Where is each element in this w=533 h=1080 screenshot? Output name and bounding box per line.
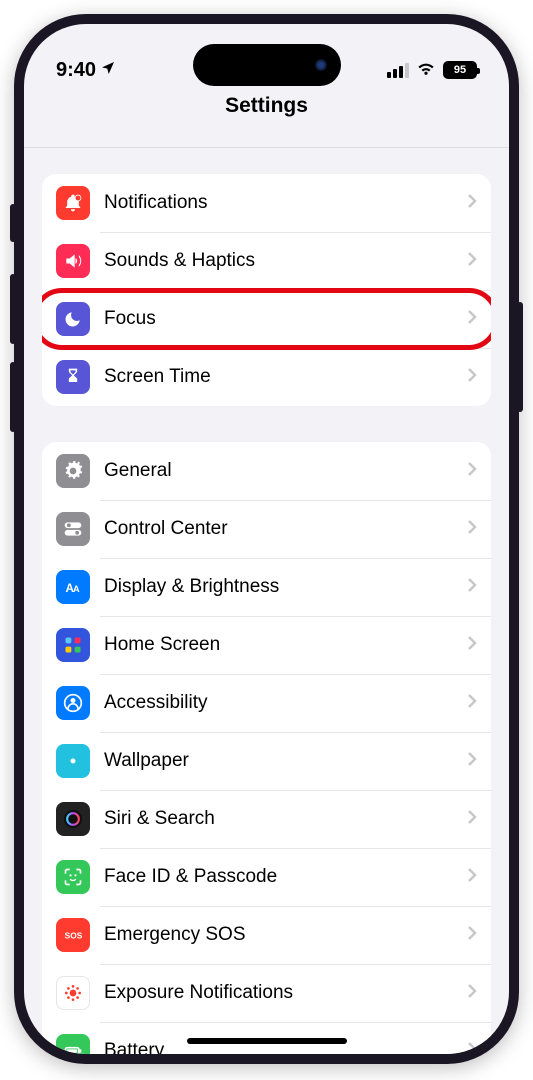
chevron-right-icon [467,635,477,656]
chevron-right-icon [467,983,477,1004]
volume-up-button [10,274,16,344]
svg-text:A: A [73,584,80,594]
svg-text:SOS: SOS [65,930,83,940]
row-label: Emergency SOS [104,924,467,946]
settings-row-faceid[interactable]: Face ID & Passcode [42,848,491,906]
wifi-icon [416,60,436,81]
chevron-right-icon [467,367,477,388]
row-label: Exposure Notifications [104,982,467,1004]
settings-group: General Control Center AA Display & Brightn… [42,442,491,1054]
row-label: Face ID & Passcode [104,866,467,888]
settings-row-accessibility[interactable]: Accessibility [42,674,491,732]
location-icon [100,59,116,82]
battery-icon [56,1034,90,1054]
row-label: General [104,460,467,482]
row-label: Notifications [104,192,467,214]
row-label: Home Screen [104,634,467,656]
settings-row-sounds[interactable]: Sounds & Haptics [42,232,491,290]
volume-down-button [10,362,16,432]
toggles-icon [56,512,90,546]
settings-row-wallpaper[interactable]: Wallpaper [42,732,491,790]
row-label: Display & Brightness [104,576,467,598]
settings-row-general[interactable]: General [42,442,491,500]
sos-icon: SOS [56,918,90,952]
dynamic-island [193,44,341,86]
power-button [517,302,523,412]
battery-icon: 95 [443,61,477,79]
hourglass-icon [56,360,90,394]
phone-frame: 9:40 95 Settings Notifications Sounds & H… [14,14,519,1064]
chevron-right-icon [467,577,477,598]
settings-row-siri[interactable]: Siri & Search [42,790,491,848]
settings-list[interactable]: Notifications Sounds & Haptics Focus Screen… [24,148,509,1054]
settings-row-screentime[interactable]: Screen Time [42,348,491,406]
speaker-icon [56,244,90,278]
person-icon [56,686,90,720]
bell-icon [56,186,90,220]
screen: 9:40 95 Settings Notifications Sounds & H… [24,24,509,1054]
chevron-right-icon [467,867,477,888]
row-label: Sounds & Haptics [104,250,467,272]
settings-row-focus[interactable]: Focus [42,290,491,348]
chevron-right-icon [467,925,477,946]
navbar: Settings [24,94,509,148]
moon-icon [56,302,90,336]
settings-row-exposure[interactable]: Exposure Notifications [42,964,491,1022]
flower-icon [56,744,90,778]
siri-icon [56,802,90,836]
gear-icon [56,454,90,488]
settings-row-sos[interactable]: SOS Emergency SOS [42,906,491,964]
settings-group: Notifications Sounds & Haptics Focus Screen… [42,174,491,406]
chevron-right-icon [467,309,477,330]
settings-row-display[interactable]: AA Display & Brightness [42,558,491,616]
row-label: Focus [104,308,467,330]
home-indicator[interactable] [187,1038,347,1044]
settings-row-controlcenter[interactable]: Control Center [42,500,491,558]
cellular-icon [387,63,409,78]
chevron-right-icon [467,1041,477,1055]
row-label: Control Center [104,518,467,540]
grid-icon [56,628,90,662]
aa-icon: AA [56,570,90,604]
status-time: 9:40 [56,59,96,82]
chevron-right-icon [467,251,477,272]
row-label: Accessibility [104,692,467,714]
page-title: Settings [225,94,308,118]
chevron-right-icon [467,693,477,714]
row-label: Wallpaper [104,750,467,772]
face-icon [56,860,90,894]
chevron-right-icon [467,193,477,214]
row-label: Siri & Search [104,808,467,830]
row-label: Screen Time [104,366,467,388]
side-button [10,204,16,242]
chevron-right-icon [467,751,477,772]
virus-icon [56,976,90,1010]
chevron-right-icon [467,519,477,540]
chevron-right-icon [467,461,477,482]
settings-row-notifications[interactable]: Notifications [42,174,491,232]
settings-row-homescreen[interactable]: Home Screen [42,616,491,674]
chevron-right-icon [467,809,477,830]
